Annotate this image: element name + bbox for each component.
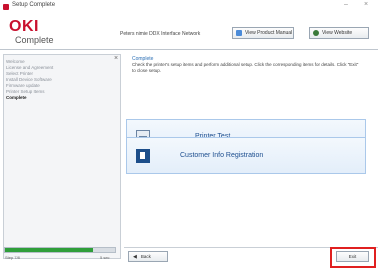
sidebar-step-firmware: Firmware update: [6, 83, 40, 88]
sidebar-step-complete: Complete: [6, 95, 27, 100]
book-icon: [236, 30, 242, 36]
window-title: Setup Complete: [12, 2, 56, 8]
customer-info-registration-button[interactable]: Customer Info Registration: [126, 137, 366, 174]
progress-time-text: 5 sec: [100, 255, 110, 260]
globe-icon: [313, 30, 319, 36]
header-divider: [0, 49, 378, 50]
oki-logo: OKI: [9, 18, 39, 35]
sidebar-step-select-printer: Select Printer: [6, 71, 34, 76]
sidebar-step-install-software: Install Device Software: [6, 77, 52, 82]
app-icon: [3, 4, 9, 10]
back-button[interactable]: ◀ Back: [128, 251, 168, 262]
sidebar-step-license: License and Agreement: [6, 65, 54, 70]
progress-fill: [5, 248, 93, 252]
main-description: Check the printer's setup items and perf…: [132, 62, 359, 73]
page-title: Complete: [15, 35, 54, 45]
model-label: Peters nimie DDX Interface Network: [120, 31, 201, 37]
minimize-button[interactable]: –: [344, 1, 348, 8]
register-icon: [136, 148, 150, 163]
sidebar-close-icon[interactable]: ×: [114, 55, 118, 62]
sidebar-step-setup-items: Printer Setup Items: [6, 89, 45, 94]
view-website-button[interactable]: View Website: [309, 27, 369, 39]
close-button[interactable]: ×: [364, 1, 368, 8]
exit-highlight-box: [330, 247, 376, 268]
sidebar-step-welcome: Welcome: [6, 59, 25, 64]
back-label: Back: [140, 254, 151, 259]
view-manual-label: View Product Manual: [245, 30, 293, 36]
view-manual-button[interactable]: View Product Manual: [232, 27, 294, 39]
progress-step-text: Step 7/8: [5, 255, 20, 260]
title-bar: [0, 0, 378, 14]
view-website-label: View Website: [322, 30, 353, 36]
customer-info-label: Customer Info Registration: [180, 152, 264, 159]
chevron-left-icon: ◀: [133, 253, 137, 260]
